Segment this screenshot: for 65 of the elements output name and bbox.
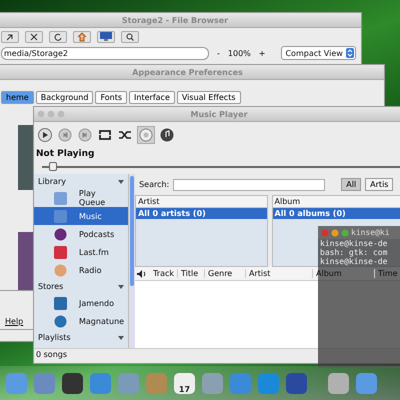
monitor-button[interactable] [97,31,115,43]
window-title: kinse@ki [351,228,390,237]
section-heading: Playlists [38,333,71,342]
calendar-icon[interactable]: 17 [174,372,195,394]
section-heading: Stores [38,282,64,291]
search-field[interactable] [173,178,326,190]
repeat-button[interactable] [97,128,113,142]
filter-button[interactable]: Artis [365,178,394,191]
sidebar-item[interactable]: Radio [34,261,128,279]
speaker-icon [137,270,148,278]
sidebar-item[interactable]: Podcasts [34,225,128,243]
window-title: Music Player [190,110,248,118]
stepper-icon [346,48,354,58]
now-playing-label: Not Playing [35,148,96,161]
menu-item[interactable]: Help [5,317,24,326]
close-button[interactable] [25,31,43,43]
search-button[interactable] [121,31,139,43]
tab[interactable]: Visual Effects [176,91,240,104]
location-field[interactable]: media/Storage2 [1,46,209,60]
music-note-button[interactable] [159,127,175,143]
window-title: Storage2 - File Browser [122,16,228,24]
terminal-line: kinse@kinse-de [319,257,388,266]
zoom-in-button[interactable]: + [258,48,266,58]
list-row[interactable]: All 0 artists (0) [136,208,267,219]
play-button[interactable] [37,127,53,143]
tab[interactable]: Interface [129,91,175,104]
scrollbar[interactable] [128,174,136,348]
zoom-out-button[interactable]: - [217,48,220,58]
column-header[interactable]: Track [150,269,178,278]
reload-button[interactable] [49,31,67,43]
caret-icon[interactable] [118,284,124,288]
window-controls-icon[interactable] [321,228,349,236]
view-dropdown[interactable]: Compact View [281,46,356,60]
terminal-line: bash: gtk: com [319,248,388,257]
sidebar-item[interactable]: Magnatune [34,312,128,330]
column-header[interactable]: Title [178,269,205,278]
arrow-icon [6,33,14,41]
caret-icon[interactable] [118,180,124,184]
tab[interactable]: heme [1,91,34,104]
shuffle-button[interactable] [117,128,133,142]
reload-icon [54,33,62,41]
column-header[interactable]: Time [375,269,400,278]
search-icon [126,33,134,41]
list-row[interactable]: All 0 albums (0) [272,208,400,219]
filter-button[interactable]: All [341,178,362,191]
column-header: Album [272,196,400,208]
sidebar-item[interactable]: Last.fm [34,243,128,261]
search-label: Search: [139,180,170,189]
tab[interactable]: Fonts [95,91,128,104]
sidebar-item[interactable]: Music [34,207,128,225]
caret-icon[interactable] [118,336,124,340]
sidebar-item[interactable]: Play Queue [34,189,128,207]
column-header[interactable]: Genre [205,269,246,278]
section-heading: Library [38,177,66,186]
terminal-line: kinse@kinse-de [319,239,388,248]
zoom-level: 100% [228,48,251,58]
sidebar-item[interactable]: Jamendo [34,294,128,312]
home-button[interactable] [73,31,91,43]
column-header[interactable]: Artist [246,269,313,278]
tab[interactable]: Background [36,91,94,104]
column-header: Artist [136,196,267,208]
close-icon [30,33,38,41]
window-title: Appearance Preferences [132,68,243,76]
seek-slider-thumb[interactable] [49,162,58,171]
arrow-button[interactable] [1,31,19,43]
